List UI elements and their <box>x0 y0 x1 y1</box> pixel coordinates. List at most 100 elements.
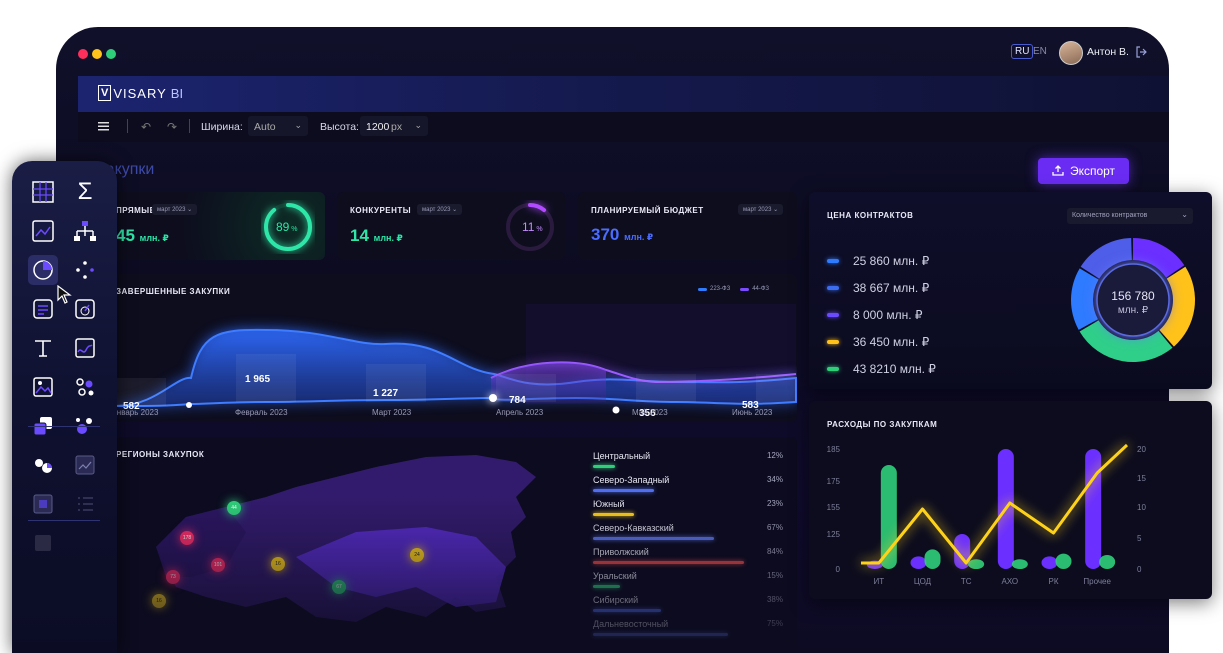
legend-swatch <box>827 339 839 344</box>
donut-segment <box>1071 268 1099 330</box>
widget-toolbox: Σ <box>12 161 117 653</box>
menu-icon[interactable] <box>98 122 109 134</box>
bar-series-2 <box>924 549 941 569</box>
redo-icon[interactable]: ↷ <box>167 120 177 134</box>
chevron-down-icon: ⌄ <box>1181 210 1188 219</box>
legend-swatch <box>827 312 839 317</box>
region-marker[interactable]: 101 <box>211 558 225 572</box>
bar-series-1 <box>1041 556 1058 569</box>
region-item[interactable]: Центральный 12% <box>593 451 783 475</box>
avatar[interactable] <box>1059 41 1083 65</box>
metric-select[interactable]: Количество контрактов ⌄ <box>1067 208 1193 224</box>
toolbar: ↶ ↷ Ширина: Auto ⌄ Высота: 1200 px ⌄ <box>78 112 1169 142</box>
box-chart-icon[interactable] <box>72 452 98 478</box>
region-marker[interactable]: 178 <box>180 531 194 545</box>
scatter-icon[interactable] <box>72 257 98 283</box>
logout-icon[interactable] <box>1135 45 1147 63</box>
region-item[interactable]: Уральский 15% <box>593 571 783 595</box>
russia-map <box>156 455 536 622</box>
bar-series-2 <box>880 465 897 569</box>
plus-box-icon[interactable] <box>30 491 56 517</box>
chevron-down-icon: ⌄ <box>294 120 302 130</box>
undo-icon[interactable]: ↶ <box>141 120 151 134</box>
region-marker[interactable]: 16 <box>271 557 285 571</box>
region-bar <box>593 633 728 636</box>
period-select[interactable]: март 2023 ⌄ <box>738 204 784 215</box>
donut-total: 156 780 <box>1111 289 1155 303</box>
region-list: Центральный 12% Северо-Западный 34% Южны… <box>593 451 783 643</box>
y-tick-right: 5 <box>1137 534 1142 543</box>
y-tick-left: 175 <box>827 477 841 486</box>
text-icon[interactable] <box>30 335 56 361</box>
kpi-card-competitors: КОНКУРЕНТЫ март 2023 ⌄ 14 млн. ₽ 11 % <box>337 192 565 260</box>
month-label: Март 2023 <box>372 408 412 417</box>
flow-chart <box>115 304 797 414</box>
bar-series-2 <box>1011 559 1028 569</box>
contract-item: 25 860 млн. ₽ <box>827 247 936 274</box>
region-bar <box>593 537 714 540</box>
contract-item: 36 450 млн. ₽ <box>827 328 936 355</box>
contract-item: 38 667 млн. ₽ <box>827 274 936 301</box>
square-icon[interactable] <box>30 530 56 556</box>
image-icon[interactable] <box>30 374 56 400</box>
month-label: Апрель 2023 <box>496 408 544 417</box>
close-dot[interactable] <box>78 49 88 59</box>
region-item[interactable]: Сибирский 38% <box>593 595 783 619</box>
region-bar <box>593 561 745 564</box>
x-tick: Прочее <box>1083 577 1111 586</box>
completed-purchases-card: ЗАВЕРШЕННЫЕ ЗАКУПКИ 223-ФЗ 44-ФЗ 582 1 9… <box>96 274 797 422</box>
contract-prices-card: ЦЕНА КОНТРАКТОВ Количество контрактов ⌄ … <box>809 192 1212 389</box>
y-tick-right: 15 <box>1137 474 1146 483</box>
region-marker[interactable]: 24 <box>410 548 424 562</box>
region-item[interactable]: Приволжский 84% <box>593 547 783 571</box>
minimize-dot[interactable] <box>92 49 102 59</box>
period-select[interactable]: март 2023 ⌄ <box>152 204 198 215</box>
bubbles-icon[interactable] <box>72 374 98 400</box>
y-tick-left: 155 <box>827 503 841 512</box>
lang-ru[interactable]: RU <box>1011 44 1034 59</box>
region-item[interactable]: Южный 23% <box>593 499 783 523</box>
line-chart-icon[interactable] <box>30 218 56 244</box>
region-marker[interactable]: 67 <box>332 580 346 594</box>
kpi-value: 14 <box>350 226 369 245</box>
y-tick-left: 185 <box>827 445 841 454</box>
x-tick: ЦОД <box>914 577 932 586</box>
export-button[interactable]: Экспорт <box>1038 158 1129 184</box>
text-block-icon[interactable] <box>30 296 56 322</box>
legend-swatch <box>827 258 839 263</box>
region-item[interactable]: Дальневосточный 75% <box>593 619 783 643</box>
shapes-icon[interactable] <box>30 452 56 478</box>
divider <box>28 520 100 521</box>
region-marker[interactable]: 44 <box>227 501 241 515</box>
app-bar: V VISARY BI <box>78 76 1169 112</box>
kpi-card-direct: ПРЯМЫЕ март 2023 ⌄ 45 млн. ₽ 89 % <box>96 192 325 260</box>
user-name[interactable]: Антон В. <box>1087 46 1129 58</box>
maximize-dot[interactable] <box>106 49 116 59</box>
period-select[interactable]: март 2023 ⌄ <box>417 204 463 215</box>
contract-item: 43 8210 млн. ₽ <box>827 355 936 382</box>
value-label: 1 965 <box>245 374 271 385</box>
sum-icon[interactable]: Σ <box>72 178 98 205</box>
bar-series-1 <box>1085 449 1102 569</box>
pie-chart-icon[interactable] <box>28 255 58 285</box>
height-select[interactable]: 1200 px ⌄ <box>360 116 428 136</box>
gauge-icon[interactable] <box>72 296 98 322</box>
month-label: Июнь 2023 <box>732 408 773 417</box>
region-item[interactable]: Северо-Западный 34% <box>593 475 783 499</box>
sparkline-icon[interactable] <box>72 335 98 361</box>
value-label: 784 <box>509 395 526 406</box>
region-marker[interactable]: 73 <box>166 570 180 584</box>
lang-en[interactable]: EN <box>1033 46 1047 57</box>
card-title: ЦЕНА КОНТРАКТОВ <box>827 211 914 220</box>
month-label: Май 2023 <box>632 408 668 417</box>
bar-series-2 <box>968 559 985 569</box>
grid-icon[interactable] <box>30 179 56 205</box>
upload-icon <box>1052 165 1064 176</box>
hierarchy-icon[interactable] <box>72 218 98 244</box>
width-select[interactable]: Auto ⌄ <box>248 116 308 136</box>
region-item[interactable]: Северо-Кавказский 67% <box>593 523 783 547</box>
kpi-card-budget: ПЛАНИРУЕМЫЙ БЮДЖЕТ март 2023 ⌄ 370 млн. … <box>578 192 797 260</box>
bar-series-2 <box>1099 555 1116 569</box>
region-marker[interactable]: 16 <box>152 594 166 608</box>
list-icon[interactable] <box>72 491 98 517</box>
